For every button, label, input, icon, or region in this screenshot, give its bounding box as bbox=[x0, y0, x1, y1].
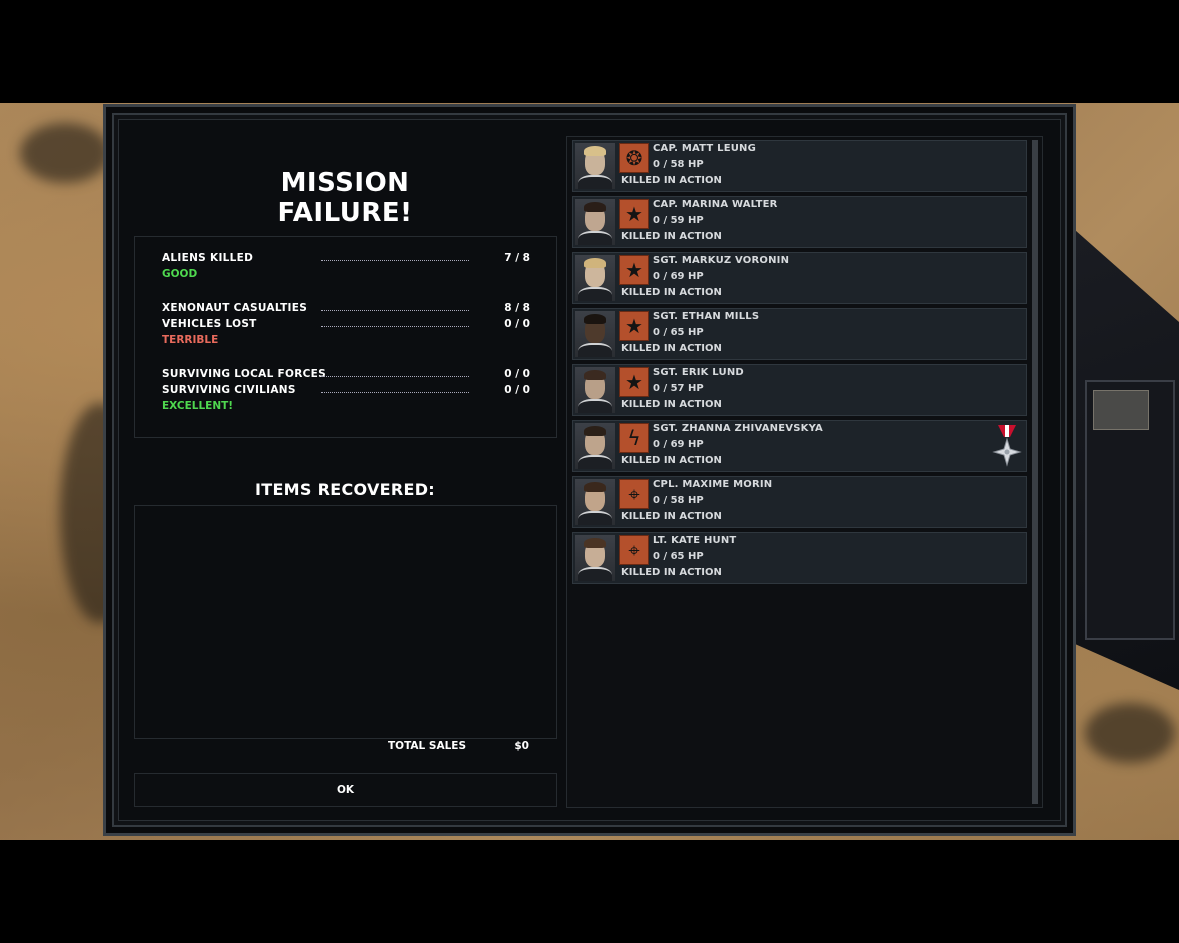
soldier-hp: 0 / 57 HP bbox=[653, 383, 704, 394]
soldier-row[interactable]: ⌖ LT. KATE HUNT 0 / 65 HP KILLED IN ACTION bbox=[572, 532, 1027, 584]
soldier-hp: 0 / 65 HP bbox=[653, 327, 704, 338]
soldier-name: CAP. MARINA WALTER bbox=[653, 199, 778, 210]
soldier-status: KILLED IN ACTION bbox=[621, 455, 722, 466]
soldier-row[interactable]: ★ SGT. MARKUZ VORONIN 0 / 69 HP KILLED IN A… bbox=[572, 252, 1027, 304]
local-forces-value: 0 / 0 bbox=[504, 368, 530, 380]
grenade-icon: ❂ bbox=[619, 143, 649, 173]
star-icon: ★ bbox=[619, 255, 649, 285]
soldier-status: KILLED IN ACTION bbox=[621, 399, 722, 410]
civilians-label: SURVIVING CIVILIANS bbox=[162, 384, 296, 396]
soldier-row[interactable]: ❂ CAP. MATT LEUNG 0 / 58 HP KILLED IN ACTIO… bbox=[572, 140, 1027, 192]
ok-button[interactable]: OK bbox=[134, 773, 557, 807]
aliens-rating: GOOD bbox=[162, 268, 198, 280]
soldier-status: KILLED IN ACTION bbox=[621, 567, 722, 578]
cross-medal-icon bbox=[992, 425, 1022, 467]
soldier-portrait bbox=[575, 199, 615, 245]
soldier-portrait bbox=[575, 535, 615, 581]
items-recovered-list[interactable] bbox=[134, 505, 557, 739]
soldier-row[interactable]: ⌖ CPL. MAXIME MORIN 0 / 58 HP KILLED IN ACT… bbox=[572, 476, 1027, 528]
civilians-value: 0 / 0 bbox=[504, 384, 530, 396]
star-icon: ★ bbox=[619, 311, 649, 341]
page-title: MISSION FAILURE! bbox=[277, 168, 413, 228]
soldier-name: LT. KATE HUNT bbox=[653, 535, 737, 546]
dotted-leader bbox=[321, 392, 469, 393]
losses-rating: TERRIBLE bbox=[162, 334, 219, 346]
soldier-hp: 0 / 58 HP bbox=[653, 495, 704, 506]
soldier-name: SGT. ZHANNA ZHIVANEVSKYA bbox=[653, 423, 823, 434]
total-sales-value: $0 bbox=[514, 740, 529, 752]
soldier-portrait bbox=[575, 143, 615, 189]
soldier-status: KILLED IN ACTION bbox=[621, 343, 722, 354]
soldier-portrait bbox=[575, 255, 615, 301]
soldier-name: SGT. MARKUZ VORONIN bbox=[653, 255, 790, 266]
casualties-label: XENONAUT CASUALTIES bbox=[162, 302, 308, 314]
star-icon: ★ bbox=[619, 367, 649, 397]
soldier-row[interactable]: ★ SGT. ETHAN MILLS 0 / 65 HP KILLED IN ACTI… bbox=[572, 308, 1027, 360]
lightning-icon: ϟ bbox=[619, 423, 649, 453]
soldier-row[interactable]: ★ SGT. ERIK LUND 0 / 57 HP KILLED IN ACTION bbox=[572, 364, 1027, 416]
soldier-status: KILLED IN ACTION bbox=[621, 231, 722, 242]
soldier-status: KILLED IN ACTION bbox=[621, 287, 722, 298]
vehicles-lost-label: VEHICLES LOST bbox=[162, 318, 257, 330]
crosshair-icon: ⌖ bbox=[619, 535, 649, 565]
star-icon: ★ bbox=[619, 199, 649, 229]
casualties-value: 8 / 8 bbox=[504, 302, 530, 314]
soldier-hp: 0 / 59 HP bbox=[653, 215, 704, 226]
soldier-hp: 0 / 69 HP bbox=[653, 439, 704, 450]
items-recovered-title: ITEMS RECOVERED: bbox=[254, 480, 436, 499]
soldier-status: KILLED IN ACTION bbox=[621, 511, 722, 522]
aliens-killed-label: ALIENS KILLED bbox=[162, 252, 254, 264]
soldier-hp: 0 / 65 HP bbox=[653, 551, 704, 562]
soldier-name: CAP. MATT LEUNG bbox=[653, 143, 757, 154]
soldier-row[interactable]: ϟ SGT. ZHANNA ZHIVANEVSKYA 0 / 69 HP KILLED… bbox=[572, 420, 1027, 472]
roster-scrollbar[interactable] bbox=[1032, 140, 1038, 804]
soldier-hp: 0 / 69 HP bbox=[653, 271, 704, 282]
dotted-leader bbox=[321, 376, 469, 377]
dotted-leader bbox=[321, 260, 469, 261]
local-forces-label: SURVIVING LOCAL FORCES bbox=[162, 368, 326, 380]
dotted-leader bbox=[321, 310, 469, 311]
crosshair-icon: ⌖ bbox=[619, 479, 649, 509]
soldier-name: CPL. MAXIME MORIN bbox=[653, 479, 773, 490]
dotted-leader bbox=[321, 326, 469, 327]
soldier-name: SGT. ETHAN MILLS bbox=[653, 311, 760, 322]
soldier-name: SGT. ERIK LUND bbox=[653, 367, 744, 378]
total-sales-label: TOTAL SALES bbox=[388, 740, 467, 752]
vehicles-lost-value: 0 / 0 bbox=[504, 318, 530, 330]
soldier-row[interactable]: ★ CAP. MARINA WALTER 0 / 59 HP KILLED IN AC… bbox=[572, 196, 1027, 248]
civilian-rating: EXCELLENT! bbox=[162, 400, 234, 412]
soldier-portrait bbox=[575, 423, 615, 469]
soldier-portrait bbox=[575, 367, 615, 413]
soldier-hp: 0 / 58 HP bbox=[653, 159, 704, 170]
soldier-portrait bbox=[575, 311, 615, 357]
aliens-killed-value: 7 / 8 bbox=[504, 252, 530, 264]
soldier-status: KILLED IN ACTION bbox=[621, 175, 722, 186]
soldier-portrait bbox=[575, 479, 615, 525]
